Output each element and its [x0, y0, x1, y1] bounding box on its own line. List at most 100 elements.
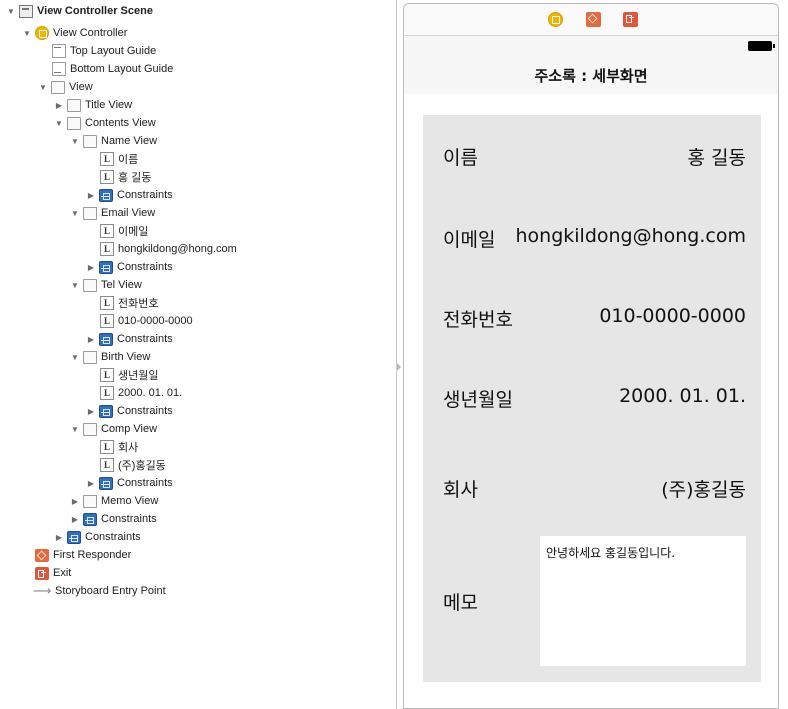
constraints-icon: [99, 188, 113, 202]
disclosure-closed-icon[interactable]: ▶: [54, 532, 64, 542]
entry-point-arrow-icon: ⟶: [32, 583, 52, 598]
outline-row-constraints[interactable]: ▶ Constraints: [54, 528, 141, 546]
outline-label: 전화번호: [118, 298, 159, 310]
disclosure-closed-icon[interactable]: ▶: [86, 334, 96, 344]
outline-row-name-label[interactable]: L 이름: [100, 150, 138, 168]
outline-row-first-responder[interactable]: First Responder: [35, 546, 131, 564]
disclosure-open-icon[interactable]: ▼: [70, 424, 80, 434]
exit-icon[interactable]: [623, 12, 638, 27]
outline-label: Storyboard Entry Point: [55, 585, 166, 597]
outline-label: 이름: [118, 154, 139, 166]
outline-row-constraints[interactable]: ▶ Constraints: [86, 186, 173, 204]
disclosure-closed-icon[interactable]: ▶: [70, 514, 80, 524]
outline-row-comp-view[interactable]: ▼ Comp View: [70, 420, 157, 438]
constraints-icon: [99, 332, 113, 346]
scene-canvas[interactable]: 주소록 : 세부화면 이름 홍 길동 이메일 hongkildong@hong.…: [403, 3, 779, 709]
outline-row-birth-value[interactable]: L 2000. 01. 01.: [100, 384, 182, 402]
divider-handle-icon[interactable]: [397, 363, 401, 371]
outline-row-name-view[interactable]: ▼ Name View: [70, 132, 157, 150]
outline-label: Tel View: [101, 279, 142, 291]
outline-row-contents-view[interactable]: ▼ Contents View: [54, 114, 156, 132]
nav-title: 주소록 : 세부화면: [534, 67, 648, 85]
outline-label: 회사: [118, 442, 139, 454]
outline-label: Constraints: [117, 333, 173, 345]
outline-row-constraints[interactable]: ▶ Constraints: [86, 258, 173, 276]
outline-row-entry-point[interactable]: ⟶ Storyboard Entry Point: [33, 582, 166, 600]
birth-label: 생년월일: [443, 389, 513, 411]
layout-guide-icon: [52, 62, 66, 76]
outline-row-scene[interactable]: ▼ View Controller Scene: [6, 2, 153, 20]
outline-row-email-view[interactable]: ▼ Email View: [70, 204, 155, 222]
outline-row-view[interactable]: ▼ View: [38, 78, 93, 96]
disclosure-open-icon[interactable]: ▼: [54, 118, 64, 128]
outline-row-email-label[interactable]: L 이메일: [100, 222, 148, 240]
disclosure-open-icon[interactable]: ▼: [22, 28, 32, 38]
outline-row-tel-view[interactable]: ▼ Tel View: [70, 276, 142, 294]
label-icon: L: [100, 368, 114, 382]
outline-row-memo-view[interactable]: ▶ Memo View: [70, 492, 158, 510]
device-screen: 주소록 : 세부화면 이름 홍 길동 이메일 hongkildong@hong.…: [404, 36, 778, 708]
name-value: 홍 길동: [687, 147, 746, 169]
outline-row-exit[interactable]: Exit: [35, 564, 71, 582]
outline-row-view-controller[interactable]: ▼ View Controller: [22, 24, 127, 42]
exit-icon: [35, 566, 49, 580]
contents-view[interactable]: 이름 홍 길동 이메일 hongkildong@hong.com 전화번호 01…: [423, 115, 761, 682]
disclosure-closed-icon[interactable]: ▶: [86, 262, 96, 272]
comp-label: 회사: [443, 479, 478, 501]
view-controller-icon[interactable]: [548, 12, 563, 27]
outline-row-constraints[interactable]: ▶ Constraints: [86, 402, 173, 420]
email-label: 이메일: [443, 229, 496, 251]
outline-label: 이메일: [118, 226, 149, 238]
outline-label: 홍 길동: [118, 172, 152, 184]
outline-label: Top Layout Guide: [70, 45, 157, 57]
outline-row-constraints[interactable]: ▶ Constraints: [86, 330, 173, 348]
disclosure-open-icon[interactable]: ▼: [70, 136, 80, 146]
scene-icon: [19, 4, 33, 18]
outline-label: Constraints: [117, 189, 173, 201]
disclosure-open-icon[interactable]: ▼: [70, 208, 80, 218]
outline-label: View Controller: [53, 27, 128, 39]
outline-row-constraints[interactable]: ▶ Constraints: [70, 510, 157, 528]
comp-value: (주)홍길동: [661, 479, 746, 501]
view-icon: [67, 98, 81, 112]
outline-label: hongkildong@hong.com: [118, 243, 237, 255]
disclosure-closed-icon[interactable]: ▶: [86, 406, 96, 416]
outline-row-tel-value[interactable]: L 010-0000-0000: [100, 312, 193, 330]
outline-row-email-value[interactable]: L hongkildong@hong.com: [100, 240, 237, 258]
disclosure-closed-icon[interactable]: ▶: [70, 496, 80, 506]
outline-row-name-value[interactable]: L 홍 길동: [100, 168, 151, 186]
outline-row-birth-view[interactable]: ▼ Birth View: [70, 348, 150, 366]
outline-row-comp-value[interactable]: L (주)홍길동: [100, 456, 166, 474]
outline-label: 010-0000-0000: [118, 315, 193, 327]
disclosure-open-icon[interactable]: ▼: [70, 280, 80, 290]
first-responder-icon[interactable]: [586, 12, 601, 27]
birth-value: 2000. 01. 01.: [619, 385, 746, 407]
disclosure-open-icon[interactable]: ▼: [38, 82, 48, 92]
constraints-icon: [99, 260, 113, 274]
outline-row-title-view[interactable]: ▶ Title View: [54, 96, 132, 114]
outline-row-tel-label[interactable]: L 전화번호: [100, 294, 158, 312]
disclosure-closed-icon[interactable]: ▶: [54, 100, 64, 110]
scene-dock: [404, 4, 778, 36]
outline-row-birth-label[interactable]: L 생년월일: [100, 366, 158, 384]
name-label: 이름: [443, 147, 478, 169]
email-value: hongkildong@hong.com: [515, 225, 746, 247]
label-icon: L: [100, 386, 114, 400]
outline-row-constraints[interactable]: ▶ Constraints: [86, 474, 173, 492]
split-divider[interactable]: [396, 0, 397, 709]
view-icon: [67, 116, 81, 130]
disclosure-open-icon[interactable]: ▼: [70, 352, 80, 362]
outline-row-top-layout-guide[interactable]: Top Layout Guide: [52, 42, 156, 60]
view-icon: [83, 278, 97, 292]
memo-text-view[interactable]: 안녕하세요 홍길동입니다.: [540, 536, 746, 666]
label-icon: L: [100, 224, 114, 238]
outline-row-bottom-layout-guide[interactable]: Bottom Layout Guide: [52, 60, 173, 78]
disclosure-open-icon[interactable]: ▼: [6, 6, 16, 16]
disclosure-closed-icon[interactable]: ▶: [86, 478, 96, 488]
disclosure-closed-icon[interactable]: ▶: [86, 190, 96, 200]
tel-value: 010-0000-0000: [599, 305, 746, 327]
outline-label: Contents View: [85, 117, 156, 129]
outline-label: Title View: [85, 99, 133, 111]
label-icon: L: [100, 296, 114, 310]
outline-row-comp-label[interactable]: L 회사: [100, 438, 138, 456]
